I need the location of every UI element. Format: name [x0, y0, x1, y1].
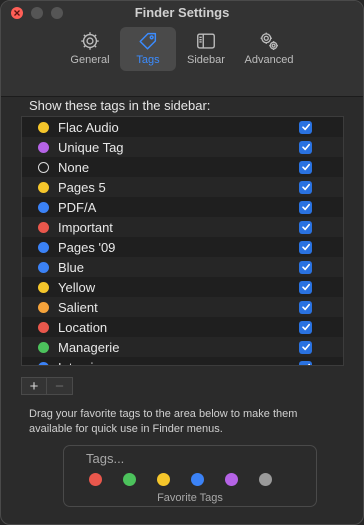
tag-color-dot — [38, 181, 49, 193]
tag-name[interactable]: Pages 5 — [58, 180, 106, 195]
tag-visibility-checkbox[interactable] — [299, 140, 312, 154]
favorites-hint: Drag your favorite tags to the area belo… — [29, 408, 298, 435]
tab-sidebar-label: Sidebar — [187, 54, 225, 66]
tag-color-dot — [38, 301, 49, 313]
tag-visibility-checkbox[interactable] — [299, 180, 312, 194]
tag-color-dot — [38, 161, 49, 173]
tag-visibility-checkbox[interactable] — [299, 300, 312, 314]
gears-icon — [260, 32, 278, 50]
tag-visibility-checkbox[interactable] — [299, 160, 312, 174]
tag-name[interactable]: PDF/A — [58, 200, 96, 215]
checkmark-icon — [301, 163, 310, 171]
checkmark-icon — [301, 303, 310, 311]
favorite-tag-dot[interactable] — [225, 473, 238, 486]
checkmark-icon — [301, 263, 310, 271]
checkmark-icon — [301, 323, 310, 331]
favorite-tags-area[interactable]: Tags... Favorite Tags — [63, 445, 317, 507]
tag-name[interactable]: None — [58, 160, 89, 175]
tag-visibility-checkbox[interactable] — [299, 280, 312, 294]
tag-name[interactable]: Interview — [58, 360, 110, 366]
checkmark-icon — [301, 123, 310, 131]
tag-row[interactable]: Blue — [22, 257, 343, 277]
tag-visibility-checkbox[interactable] — [299, 260, 312, 274]
tag-name[interactable]: Flac Audio — [58, 120, 119, 135]
favorite-tag-dot[interactable] — [89, 473, 102, 486]
tag-name[interactable]: Yellow — [58, 280, 95, 295]
tag-row[interactable]: Flac Audio — [22, 117, 343, 137]
tags-pane: Show these tags in the sidebar: Flac Aud… — [1, 98, 363, 524]
tag-name[interactable]: Pages '09 — [58, 240, 115, 255]
tag-visibility-checkbox[interactable] — [299, 360, 312, 365]
favorite-tag-dot[interactable] — [191, 473, 204, 486]
checkmark-icon — [301, 203, 310, 211]
tab-general-label: General — [70, 54, 110, 66]
tag-color-dot — [38, 281, 49, 293]
tag-row[interactable]: Interview — [22, 357, 343, 366]
favorite-tag-dots — [89, 473, 272, 486]
tags-list[interactable]: Flac Audio Unique Tag None Pages 5 PDF/A Impo… — [21, 116, 344, 366]
tag-name[interactable]: Important — [58, 220, 113, 235]
tag-color-dot — [38, 361, 49, 365]
tab-advanced-label: Advanced — [244, 54, 294, 66]
tag-row[interactable]: Unique Tag — [22, 137, 343, 157]
tab-tags-label: Tags — [136, 54, 160, 66]
tag-color-dot — [38, 321, 49, 333]
tag-row[interactable]: Salient — [22, 297, 343, 317]
tag-row[interactable]: Managerie — [22, 337, 343, 357]
checkmark-icon — [301, 143, 310, 151]
remove-tag-button[interactable]: − — [47, 377, 73, 395]
checkmark-icon — [301, 283, 310, 291]
checkmark-icon — [301, 183, 310, 191]
checkmark-icon — [301, 243, 310, 251]
finder-settings-window: Finder Settings General Tags Sidebar Adv… — [0, 0, 364, 525]
favorite-tag-dot[interactable] — [259, 473, 272, 486]
checkmark-icon — [301, 343, 310, 351]
tag-row[interactable]: None — [22, 157, 343, 177]
sidebar-icon — [197, 33, 215, 49]
tag-color-dot — [38, 341, 49, 353]
gear-icon — [81, 32, 99, 50]
tag-visibility-checkbox[interactable] — [299, 240, 312, 254]
favorite-tag-dot[interactable] — [157, 473, 170, 486]
tag-color-dot — [38, 121, 49, 133]
tag-visibility-checkbox[interactable] — [299, 220, 312, 234]
favorite-tag-dot[interactable] — [123, 473, 136, 486]
favorites-placeholder: Tags... — [86, 451, 125, 466]
tag-name[interactable]: Unique Tag — [58, 140, 124, 155]
tag-name[interactable]: Blue — [58, 260, 84, 275]
tab-general[interactable]: General — [62, 27, 118, 71]
tag-row[interactable]: Yellow — [22, 277, 343, 297]
tag-color-dot — [38, 141, 49, 153]
tag-color-dot — [38, 241, 49, 253]
window-title: Finder Settings — [134, 5, 230, 20]
titlebar: Finder Settings General Tags Sidebar Adv… — [1, 1, 363, 97]
tag-color-dot — [38, 261, 49, 273]
favorites-caption: Favorite Tags — [157, 492, 223, 504]
settings-toolbar: General Tags Sidebar Advanced — [1, 27, 363, 71]
tag-name[interactable]: Managerie — [58, 340, 119, 355]
tag-row[interactable]: Pages '09 — [22, 237, 343, 257]
tag-row[interactable]: Pages 5 — [22, 177, 343, 197]
add-tag-button[interactable]: + — [21, 377, 47, 395]
tag-visibility-checkbox[interactable] — [299, 120, 312, 134]
tag-color-dot — [38, 221, 49, 233]
tab-tags[interactable]: Tags — [120, 27, 176, 71]
tag-icon — [139, 32, 157, 50]
tag-visibility-checkbox[interactable] — [299, 320, 312, 334]
tag-row[interactable]: Important — [22, 217, 343, 237]
tag-row[interactable]: PDF/A — [22, 197, 343, 217]
tag-name[interactable]: Location — [58, 320, 107, 335]
tag-color-dot — [38, 201, 49, 213]
tag-name[interactable]: Salient — [58, 300, 98, 315]
add-remove-control: + − — [21, 377, 73, 395]
checkmark-icon — [301, 223, 310, 231]
tab-sidebar[interactable]: Sidebar — [178, 27, 234, 71]
sidebar-tags-heading: Show these tags in the sidebar: — [29, 98, 211, 113]
tag-visibility-checkbox[interactable] — [299, 340, 312, 354]
tab-advanced[interactable]: Advanced — [236, 27, 302, 71]
tag-row[interactable]: Location — [22, 317, 343, 337]
checkmark-icon — [307, 363, 310, 365]
tag-visibility-checkbox[interactable] — [299, 200, 312, 214]
